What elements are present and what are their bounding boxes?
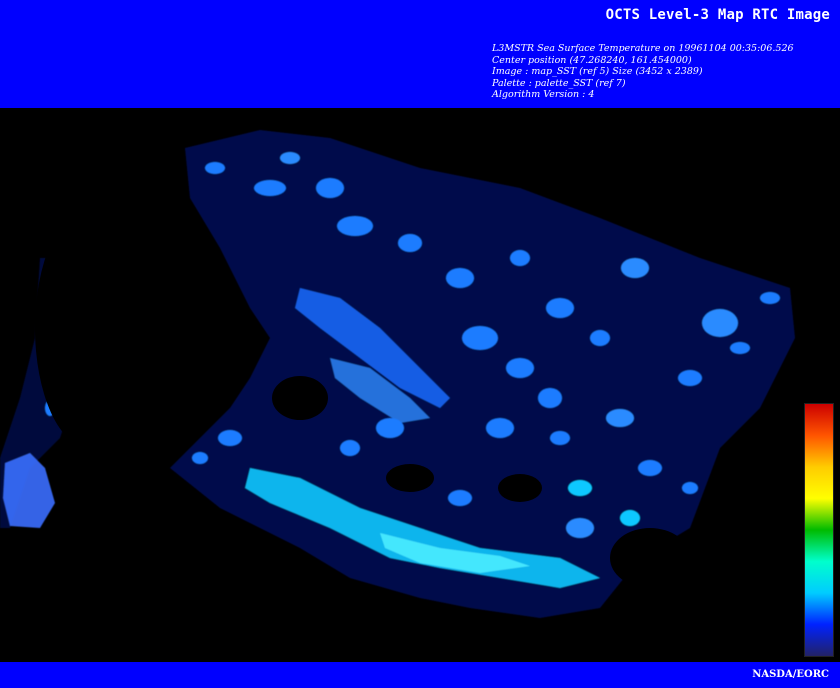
footer-bar: NASDA/EORC [0,662,840,688]
agency-credit: NASDA/EORC [752,669,829,680]
info-line-product: L3MSTR Sea Surface Temperature on 199611… [492,43,794,54]
info-line-palette: Palette : palette_SST (ref 7) [492,77,626,89]
image-title: OCTS Level-3 Map RTC Image [605,7,830,23]
info-line-center-position: Center position (47.268240, 161.454000) [492,54,692,66]
sst-map-image [0,108,840,662]
info-line-image-size: Image : map_SST (ref 5) Size (3452 x 238… [492,66,703,78]
info-line-algorithm-version: Algorithm Version : 4 [492,89,595,101]
header-bar: OCTS Level-3 Map RTC Image L3MSTR Sea Su… [0,0,840,108]
image-info-block: L3MSTR Sea Surface Temperature on 199611… [492,43,794,101]
sst-color-scale-bar [804,403,834,657]
